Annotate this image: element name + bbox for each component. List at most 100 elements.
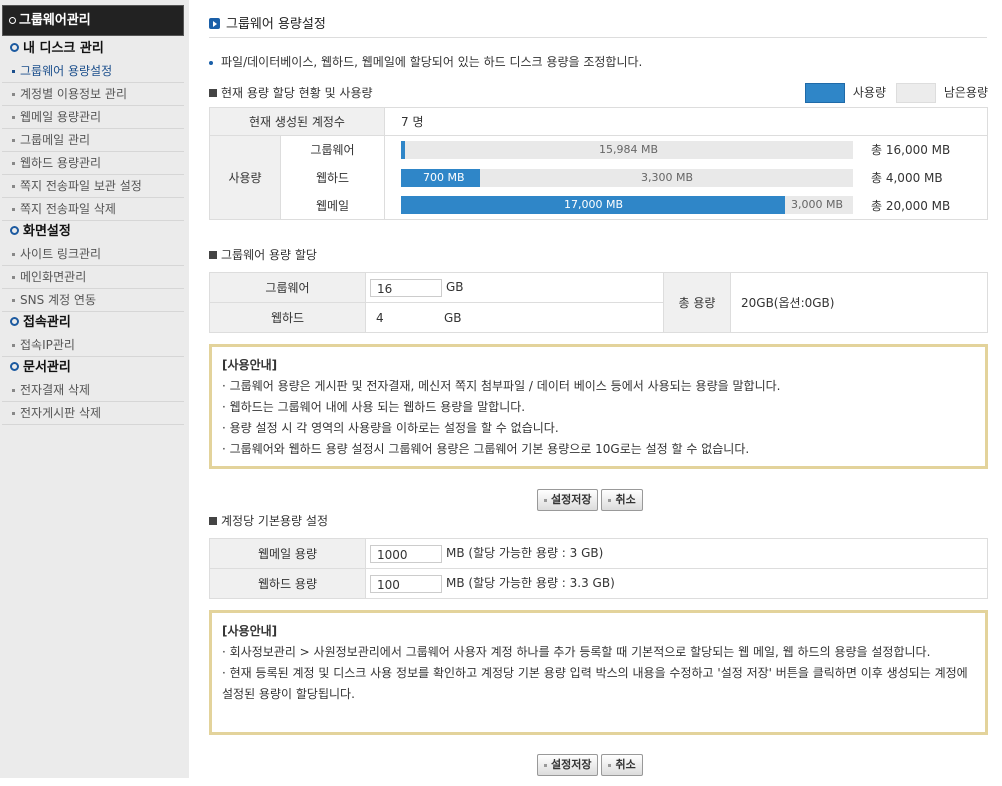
webhard-capacity-value: 4 — [376, 310, 384, 325]
legend-used-swatch — [804, 83, 845, 103]
save-button[interactable]: 설정저장 — [537, 489, 599, 511]
bullet-icon — [12, 276, 15, 279]
cancel-button[interactable]: 취소 — [601, 754, 643, 776]
bullet-icon — [544, 763, 547, 767]
square-icon — [209, 250, 217, 259]
button-group: 설정저장 취소 — [537, 489, 646, 511]
sidebar-item[interactable]: 사이트 링크관리 — [2, 243, 184, 266]
sidebar-item-label: 쪽지 전송파일 보관 설정 — [20, 179, 142, 193]
bar-free-text: 3,300 MB — [641, 170, 694, 184]
bar-used-text: 700 MB — [423, 170, 465, 184]
sidebar-item[interactable]: 접속IP관리 — [2, 334, 184, 357]
notice-line: · 그룹웨어 용량은 게시판 및 전자결재, 메신저 쪽지 첨부파일 / 데이터… — [222, 379, 781, 393]
sidebar-item-label: 계정별 이용정보 관리 — [20, 87, 127, 101]
usage-bar-cell: 700 MB 3,300 MB — [385, 164, 872, 192]
webhard-capacity-input[interactable]: 100 — [370, 574, 442, 593]
unit-label: GB — [446, 280, 464, 294]
usage-bar-cell: 15,984 MB — [384, 135, 871, 164]
legend-used-label: 사용량 — [852, 85, 886, 100]
sidebar-item-label: 메인화면관리 — [20, 270, 87, 284]
notice-line: · 회사정보관리 > 사원정보관리에서 그룹웨어 사용자 계정 하나를 추가 등… — [222, 645, 931, 659]
sidebar-title: 그룹웨어관리 — [2, 5, 184, 36]
bar-free-text: 3,000 MB — [791, 198, 844, 212]
usage-bar-cell: 17,000 MB 3,000 MB — [384, 191, 871, 220]
sidebar-section[interactable]: 접속관리 — [2, 312, 184, 334]
usage-bar-webmail: 17,000 MB 3,000 MB — [401, 196, 853, 215]
sidebar-section[interactable]: 화면설정 — [2, 221, 184, 243]
circle-icon — [9, 17, 16, 24]
sidebar-item[interactable]: SNS 계정 연동 — [2, 289, 184, 312]
usage-total: 총 16,000 MB — [871, 135, 988, 164]
sidebar-item-label: 그룹웨어 용량설정 — [20, 64, 113, 78]
sidebar-item-label: 쪽지 전송파일 삭제 — [20, 202, 116, 216]
alloc-webhard-label: 웹하드 — [209, 302, 366, 333]
sidebar-item[interactable]: 메인화면관리 — [2, 266, 184, 289]
bullet-icon — [12, 185, 15, 188]
sidebar-item[interactable]: 웹하드 용량관리 — [2, 152, 184, 175]
sidebar-section-label: 문서관리 — [23, 360, 71, 375]
bar-free-text: 15,984 MB — [599, 142, 659, 156]
sidebar-item[interactable]: 전자게시판 삭제 — [2, 402, 184, 425]
square-icon — [209, 88, 217, 97]
save-button[interactable]: 설정저장 — [537, 754, 599, 776]
unit-label: GB — [444, 310, 462, 325]
notice-line: · 그룹웨어와 웹하드 용량 설정시 그룹웨어 용량은 그룹웨어 기본 용량으로… — [222, 442, 750, 456]
circle-icon — [10, 43, 19, 52]
webhard-capacity-label: 웹하드 용량 — [209, 568, 366, 599]
webmail-capacity-cell: 1000 MB (할당 가능한 용량 : 3 GB) — [365, 538, 988, 569]
circle-icon — [10, 226, 19, 235]
alloc-table: 그룹웨어 16 GB 총 용량 20GB(옵션:0GB) 웹하드 4 GB — [209, 272, 988, 333]
alloc-groupware-label: 그룹웨어 — [209, 272, 366, 303]
page-description: 파일/데이터베이스, 웹하드, 웹메일에 할당되어 있는 하드 디스크 용량을 … — [209, 53, 642, 70]
sidebar-item-label: 전자게시판 삭제 — [20, 406, 102, 420]
notice-line: · 용량 설정 시 각 영역의 사용량을 이하로는 설정을 할 수 없습니다. — [222, 421, 559, 435]
bullet-icon — [608, 763, 612, 767]
alloc-heading: 그룹웨어 용량 할당 — [209, 246, 317, 263]
sidebar-item[interactable]: 그룹메일 관리 — [2, 129, 184, 152]
bullet-icon — [12, 208, 15, 211]
bullet-icon — [12, 139, 15, 142]
sidebar-section[interactable]: 문서관리 — [2, 357, 184, 379]
bullet-icon — [12, 116, 15, 119]
bullet-icon — [12, 93, 15, 96]
per-account-heading: 계정당 기본용량 설정 — [209, 512, 328, 529]
sidebar-item-label: 전자결재 삭제 — [20, 383, 91, 397]
usage-row-label: 그룹웨어 — [280, 135, 385, 164]
alloc-webhard-cell: 4 GB — [365, 302, 664, 333]
sidebar-item[interactable]: 계정별 이용정보 관리 — [2, 83, 184, 106]
notice-title: [사용안내] — [222, 624, 278, 638]
circle-icon — [10, 317, 19, 326]
groupware-capacity-input[interactable]: 16 — [370, 278, 442, 297]
sidebar-section[interactable]: 내 디스크 관리 — [2, 38, 184, 60]
bar-used-text — [401, 141, 423, 159]
usage-legend: 사용량 남은용량 — [804, 83, 988, 103]
sidebar-item-label: 그룹메일 관리 — [20, 133, 91, 147]
sidebar-section-label: 접속관리 — [23, 315, 71, 330]
sidebar-item[interactable]: 쪽지 전송파일 삭제 — [2, 198, 184, 221]
usage-heading: 현재 용량 할당 현황 및 사용량 — [209, 84, 373, 101]
square-icon — [209, 516, 217, 525]
page-title: 그룹웨어 용량설정 — [209, 13, 987, 38]
accounts-label: 현재 생성된 계정수 — [209, 107, 385, 136]
bar-used-text: 17,000 MB — [564, 198, 624, 212]
sidebar-item-label: 사이트 링크관리 — [20, 247, 102, 261]
bullet-icon — [12, 389, 15, 392]
sidebar-item[interactable]: 웹메일 용량관리 — [2, 106, 184, 129]
legend-free-swatch — [895, 83, 936, 103]
usage-row-label: 웹하드 — [280, 163, 385, 192]
webmail-capacity-label: 웹메일 용량 — [209, 538, 366, 569]
webmail-capacity-input[interactable]: 1000 — [370, 544, 442, 563]
sidebar-item[interactable]: 쪽지 전송파일 보관 설정 — [2, 175, 184, 198]
bullet-icon — [209, 60, 213, 65]
notice-box-1: [사용안내] · 그룹웨어 용량은 게시판 및 전자결재, 메신저 쪽지 첨부파… — [209, 344, 988, 469]
notice-title: [사용안내] — [222, 358, 278, 372]
bullet-icon — [12, 162, 15, 165]
alloc-total-label: 총 용량 — [663, 272, 731, 333]
sidebar-item-label: 웹메일 용량관리 — [20, 110, 102, 124]
sidebar-item[interactable]: 전자결재 삭제 — [2, 379, 184, 402]
usage-total: 총 4,000 MB — [871, 163, 988, 192]
button-group: 설정저장 취소 — [537, 754, 646, 776]
usage-label: 사용량 — [209, 135, 281, 220]
cancel-button[interactable]: 취소 — [601, 489, 643, 511]
sidebar-item[interactable]: 그룹웨어 용량설정 — [2, 60, 184, 83]
